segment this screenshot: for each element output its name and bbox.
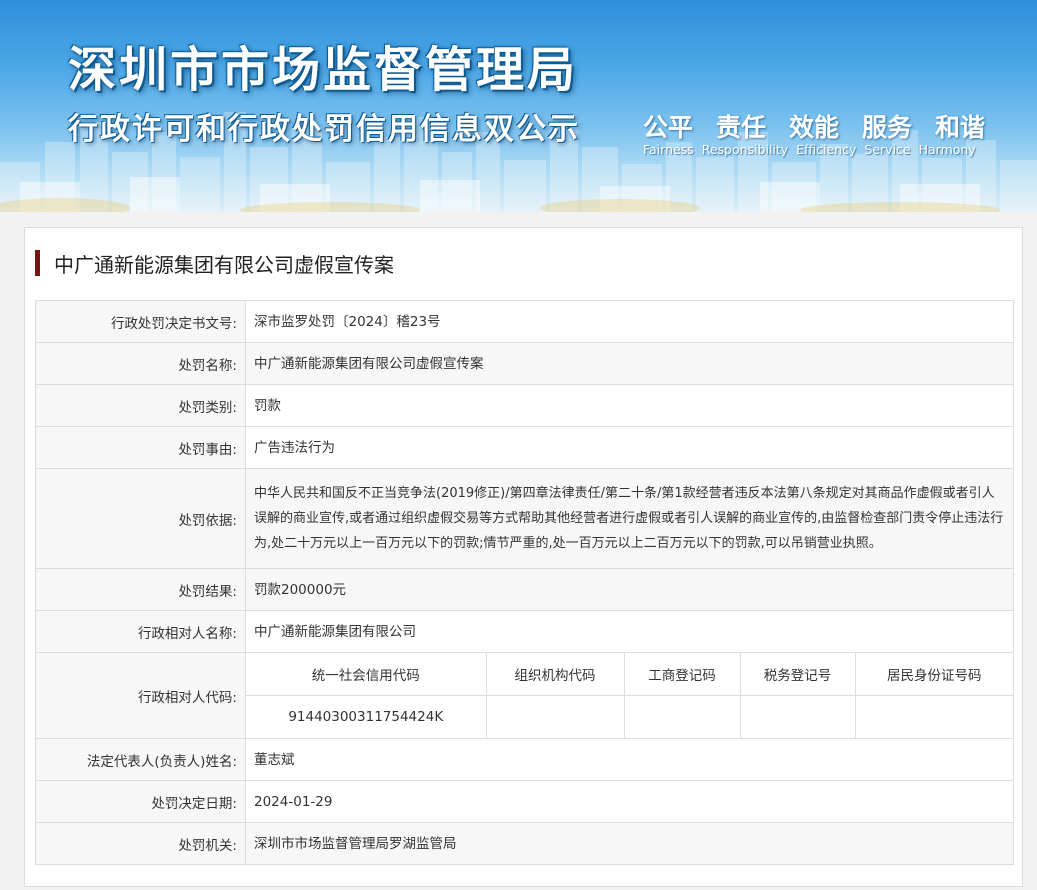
field-label: 处罚机关: [35,822,246,865]
table-row: 法定代表人(负责人)姓名: 董志斌 [35,738,1014,781]
case-title-text: 中广通新能源集团有限公司虚假宣传案 [54,252,394,277]
title-accent-bar [35,250,40,276]
field-value: 深圳市市场监督管理局罗湖监管局 [245,822,1014,865]
field-value: 2024-01-29 [245,780,1014,823]
table-row: 行政处罚决定书文号: 深市监罗处罚〔2024〕稽23号 [35,300,1014,343]
codes-cell: 统一社会信用代码 组织机构代码 工商登记码 税务登记号 居民身份证号码 9144… [245,652,1014,739]
field-value: 中广通新能源集团有限公司 [245,610,1014,653]
codes-value [854,695,1013,738]
field-value: 罚款200000元 [245,568,1014,611]
field-label: 处罚事由: [35,426,246,469]
banner-title: 深圳市市场监督管理局 [68,42,579,98]
codes-value-row: 91440300311754424K [246,695,1013,738]
slogan-cn-item: 服务 [862,113,913,142]
field-label: 法定代表人(负责人)姓名: [35,738,246,781]
field-value: 广告违法行为 [245,426,1014,469]
slogan-en-item: Service [864,142,911,157]
field-label: 行政处罚决定书文号: [35,300,246,343]
codes-header: 统一社会信用代码 [246,653,487,696]
codes-value [739,695,856,738]
codes-header: 工商登记码 [623,653,741,696]
field-label: 处罚决定日期: [35,780,246,823]
codes-value [485,695,625,738]
table-row: 行政相对人名称: 中广通新能源集团有限公司 [35,610,1014,653]
field-value: 董志斌 [245,738,1014,781]
table-row: 处罚事由: 广告违法行为 [35,426,1014,469]
slogan-cn-item: 效能 [789,113,840,142]
table-row: 行政相对人代码: 统一社会信用代码 组织机构代码 工商登记码 税务登记号 居民身… [35,652,1014,739]
field-label: 处罚结果: [35,568,246,611]
slogan-en: Fairness Responsibility Efficiency Servi… [643,142,984,157]
banner-subtitle: 行政许可和行政处罚信用信息双公示 [68,112,580,147]
table-row: 处罚依据: 中华人民共和国反不正当竞争法(2019修正)/第四章法律责任/第二十… [35,468,1014,569]
slogan-cn-item: 责任 [716,113,767,142]
field-label: 处罚名称: [35,342,246,385]
codes-header-row: 统一社会信用代码 组织机构代码 工商登记码 税务登记号 居民身份证号码 [246,653,1013,696]
codes-value [623,695,741,738]
header-banner: 深圳市市场监督管理局 行政许可和行政处罚信用信息双公示 公平 责任 效能 服务 … [0,0,1037,212]
slogan-cn-item: 和谐 [935,113,986,142]
codes-header: 组织机构代码 [485,653,625,696]
slogan-cn-item: 公平 [643,113,694,142]
field-label: 行政相对人代码: [35,652,246,739]
slogan-en-item: Harmony [918,142,976,157]
field-value: 罚款 [245,384,1014,427]
table-row: 处罚结果: 罚款200000元 [35,568,1014,611]
table-row: 处罚决定日期: 2024-01-29 [35,780,1014,823]
field-label: 行政相对人名称: [35,610,246,653]
slogan-en-item: Efficiency [796,142,857,157]
table-row: 处罚机关: 深圳市市场监督管理局罗湖监管局 [35,822,1014,865]
codes-table: 统一社会信用代码 组织机构代码 工商登记码 税务登记号 居民身份证号码 9144… [246,653,1013,738]
field-value: 中广通新能源集团有限公司虚假宣传案 [245,342,1014,385]
case-detail-panel: 中广通新能源集团有限公司虚假宣传案 行政处罚决定书文号: 深市监罗处罚〔2024… [24,227,1023,887]
case-title: 中广通新能源集团有限公司虚假宣传案 [35,250,394,277]
slogan-en-item: Responsibility [701,142,789,157]
table-row: 处罚名称: 中广通新能源集团有限公司虚假宣传案 [35,342,1014,385]
table-row: 处罚类别: 罚款 [35,384,1014,427]
slogan-cn: 公平 责任 效能 服务 和谐 [643,108,1008,144]
field-value: 深市监罗处罚〔2024〕稽23号 [245,300,1014,343]
field-label: 处罚类别: [35,384,246,427]
codes-header: 税务登记号 [739,653,856,696]
field-value: 中华人民共和国反不正当竞争法(2019修正)/第四章法律责任/第二十条/第1款经… [245,468,1014,569]
codes-header: 居民身份证号码 [854,653,1013,696]
slogan-en-item: Fairness [643,142,694,157]
codes-value: 91440300311754424K [246,695,487,738]
case-info-table: 行政处罚决定书文号: 深市监罗处罚〔2024〕稽23号 处罚名称: 中广通新能源… [35,300,1014,865]
field-label: 处罚依据: [35,468,246,569]
